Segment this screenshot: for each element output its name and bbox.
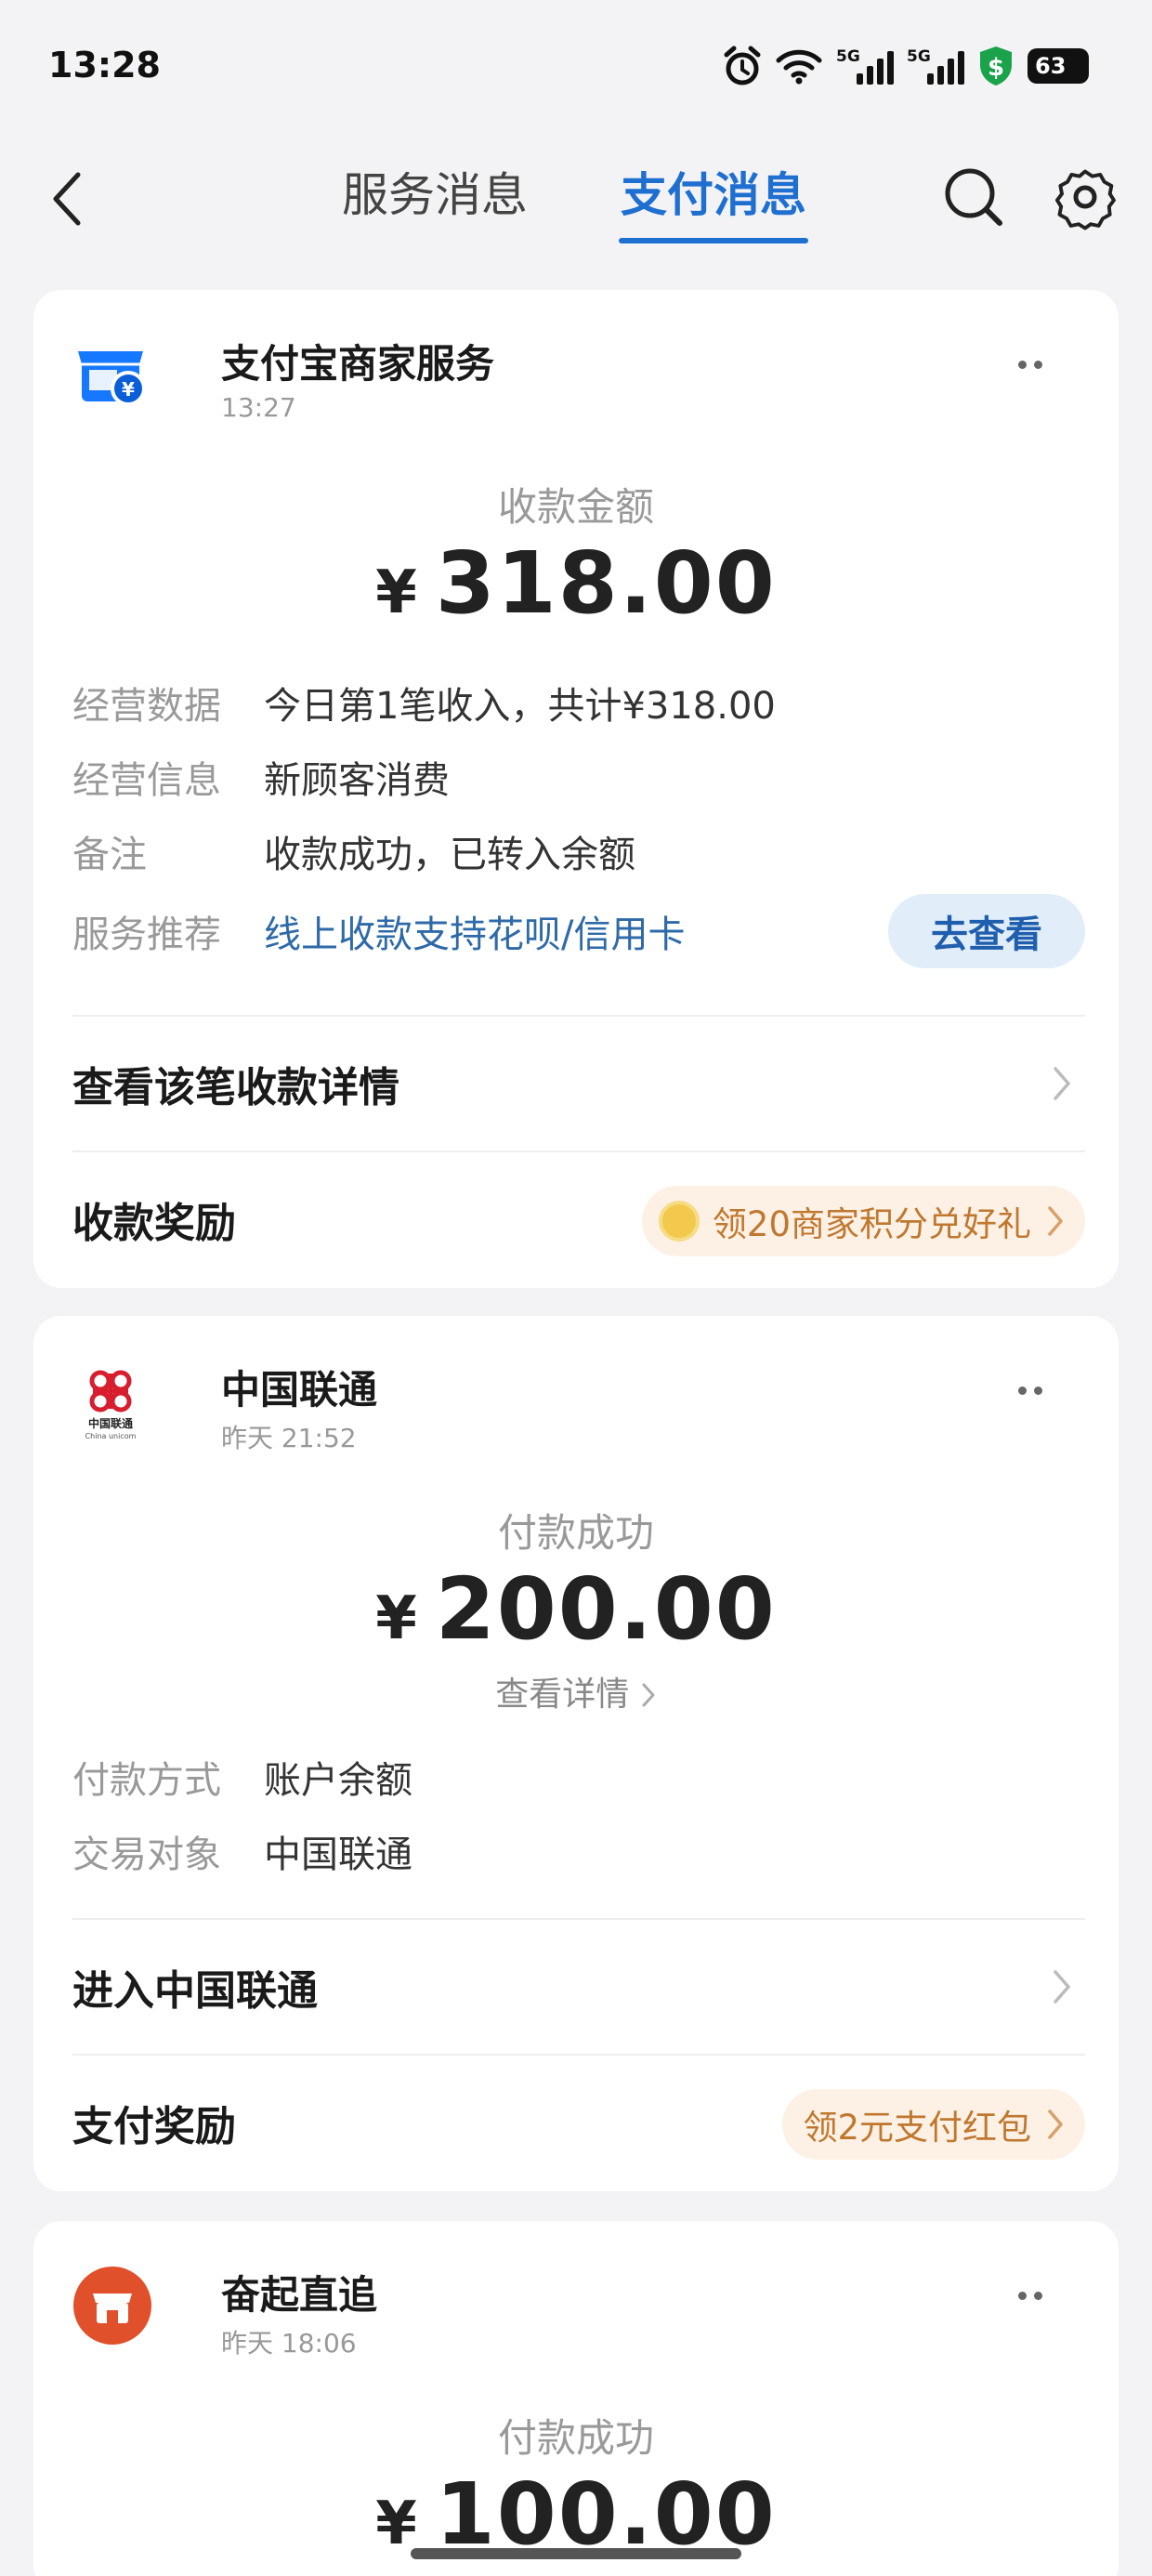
chevron-right-icon: [1054, 1067, 1070, 1100]
row-key: 服务推荐: [72, 913, 221, 956]
divider: [72, 2054, 1085, 2056]
receipt-detail-row[interactable]: 查看该笔收款详情: [72, 1046, 1085, 1121]
view-detail-link[interactable]: 查看详情: [33, 1667, 1119, 1715]
back-arrow-icon[interactable]: [41, 162, 97, 236]
card-header: 中国联通 China unicom 中国联通 昨天 21:52: [72, 1353, 1080, 1455]
chevron-right-icon: [1048, 1206, 1063, 1236]
chevron-right-icon: [1048, 2109, 1063, 2139]
china-unicom-logo-icon: 中国联通 China unicom: [85, 1370, 137, 1440]
svg-text:¥: ¥: [122, 378, 135, 401]
divider: [72, 1015, 1085, 1017]
status-icons: 5G 5G $ 63: [723, 43, 1089, 89]
status-bar: 13:28 5G 5G $ 63: [0, 0, 1152, 139]
message-card-merchant-service: ¥ 支付宝商家服务 13:27 收款金额 ¥318.00 经营数据 今日第1笔收…: [33, 290, 1119, 1288]
status-time: 13:28: [48, 45, 161, 85]
home-indicator[interactable]: [411, 2548, 741, 2559]
reward-pill[interactable]: 领2元支付红包: [782, 2089, 1085, 2160]
sender-name: 中国联通: [221, 1367, 378, 1413]
payment-status: 付款成功: [497, 1510, 654, 1556]
info-row-payment-method: 付款方式 账户余额: [72, 1749, 412, 1805]
more-options-icon[interactable]: [1018, 361, 1042, 369]
reward-pill[interactable]: 领20商家积分兑好礼: [641, 1186, 1085, 1256]
row-key: 交易对象: [72, 1833, 221, 1876]
info-row-remark: 备注 收款成功，已转入余额: [72, 823, 635, 879]
security-shield-icon: $: [980, 46, 1012, 85]
settings-gear-icon[interactable]: [1050, 162, 1120, 232]
battery-level: 63: [1035, 53, 1067, 79]
row-value: 新顾客消费: [264, 759, 450, 802]
row-key: 付款方式: [72, 1759, 221, 1802]
amount-value: ¥318.00: [33, 533, 1119, 633]
more-options-icon[interactable]: [1018, 1387, 1042, 1395]
message-time: 13:27: [221, 392, 296, 423]
message-card-china-unicom: 中国联通 China unicom 中国联通 昨天 21:52 付款成功 ¥20…: [33, 1316, 1119, 2191]
card-header: 奋起直追 昨天 18:06: [72, 2258, 1080, 2360]
currency-symbol: ¥: [375, 1584, 417, 1653]
recommend-link[interactable]: 线上收款支持花呗/信用卡: [264, 904, 685, 958]
amount-number: 200.00: [435, 1559, 777, 1659]
receipt-detail-label: 查看该笔收款详情: [72, 1064, 399, 1111]
merchant-store-icon: ¥: [78, 351, 146, 406]
active-tab-indicator: [619, 238, 808, 243]
reward-pill-text: 领20商家积分兑好礼: [712, 1204, 1031, 1244]
enter-unicom-row[interactable]: 进入中国联通: [72, 1950, 1085, 2024]
battery-icon: 63: [1028, 48, 1089, 84]
row-key: 经营信息: [72, 759, 221, 802]
divider: [72, 1150, 1085, 1152]
row-key: 备注: [72, 834, 147, 876]
enter-unicom-label: 进入中国联通: [72, 1967, 318, 2015]
info-row-business-info: 经营信息 新顾客消费: [72, 749, 450, 805]
currency-symbol: ¥: [375, 2490, 417, 2558]
row-key: 经营数据: [72, 685, 221, 728]
svg-text:$: $: [988, 54, 1004, 82]
network-type-label: 5G: [907, 47, 931, 66]
payment-status: 付款成功: [497, 2415, 654, 2461]
top-nav: 服务消息 支付消息: [0, 149, 1152, 251]
amount-label: 收款金额: [497, 484, 654, 530]
store-icon: [73, 2267, 151, 2345]
row-value: 收款成功，已转入余额: [264, 834, 635, 876]
chevron-right-icon: [1054, 1970, 1070, 2004]
card-header: ¥ 支付宝商家服务 13:27: [72, 327, 1080, 429]
wifi-icon: [776, 49, 822, 85]
tab-service-messages[interactable]: 服务消息: [342, 158, 528, 225]
view-button[interactable]: 去查看: [888, 894, 1085, 968]
alarm-icon: [724, 46, 761, 85]
sender-name: 奋起直追: [221, 2272, 378, 2318]
amount-number: 318.00: [435, 533, 777, 633]
amount-value: ¥200.00: [33, 1559, 1119, 1659]
receipt-reward-row: 收款奖励 领20商家积分兑好礼: [72, 1182, 1085, 1256]
info-row-counterparty: 交易对象 中国联通: [72, 1823, 412, 1879]
info-row-service-recommend: 服务推荐 线上收款支持花呗/信用卡: [72, 903, 685, 959]
currency-symbol: ¥: [375, 559, 417, 627]
reward-label: 收款奖励: [72, 1200, 236, 1247]
row-value: 今日第1笔收入，共计¥318.00: [264, 685, 776, 728]
logo-cn-text: 中国联通: [88, 1416, 133, 1430]
sender-name: 支付宝商家服务: [221, 341, 495, 387]
view-detail-label: 查看详情: [495, 1676, 630, 1714]
row-value: 中国联通: [264, 1833, 412, 1876]
search-icon[interactable]: [938, 162, 1009, 232]
message-card-store: 奋起直追 昨天 18:06 付款成功 ¥100.00: [33, 2221, 1119, 2576]
divider: [72, 1918, 1085, 1920]
chevron-right-icon: [642, 1683, 655, 1707]
tab-payment-messages[interactable]: 支付消息: [621, 158, 806, 225]
network-type-label: 5G: [836, 47, 860, 66]
message-time: 昨天 21:52: [221, 1423, 357, 1453]
reward-label: 支付奖励: [72, 2103, 236, 2150]
logo-en-text: China unicom: [85, 1432, 137, 1440]
signal-5g-icon-2: 5G: [907, 47, 964, 85]
payment-reward-row: 支付奖励 领2元支付红包: [72, 2085, 1085, 2160]
message-time: 昨天 18:06: [221, 2328, 357, 2359]
row-value: 账户余额: [264, 1759, 412, 1802]
signal-5g-icon-1: 5G: [836, 47, 894, 85]
more-options-icon[interactable]: [1018, 2292, 1042, 2300]
reward-pill-text: 领2元支付红包: [803, 2108, 1031, 2148]
coin-icon: [658, 1201, 700, 1242]
info-row-business-data: 经营数据 今日第1笔收入，共计¥318.00: [72, 675, 776, 730]
